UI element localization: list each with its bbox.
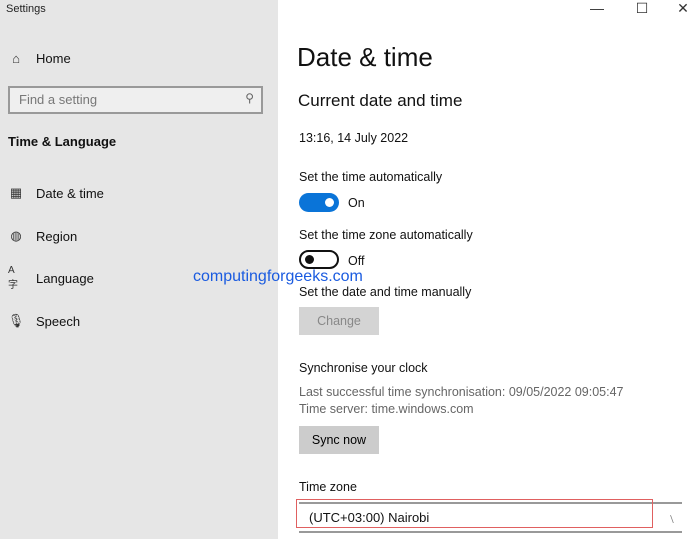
manual-label: Set the date and time manually (299, 285, 472, 299)
sync-title: Synchronise your clock (299, 361, 428, 375)
sidebar-item-label: Region (36, 228, 78, 244)
search-icon: ⚲ (245, 91, 254, 105)
globe-icon: ◍ (10, 228, 22, 243)
sidebar-item-label: Date & time (36, 185, 104, 201)
auto-time-state: On (348, 196, 365, 210)
auto-zone-toggle[interactable] (299, 250, 339, 269)
close-icon[interactable]: ✕ (668, 0, 696, 17)
minimize-icon[interactable]: — (582, 0, 612, 16)
sidebar-item-label: Language (36, 270, 94, 286)
change-button[interactable]: Change (299, 307, 379, 335)
sidebar-item-speech[interactable]: 🎙︎ Speech (8, 313, 80, 329)
highlight-box (296, 499, 653, 528)
language-icon: A字 (8, 265, 18, 291)
search-placeholder: Find a setting (19, 92, 98, 107)
sync-now-button[interactable]: Sync now (299, 426, 379, 454)
watermark: computingforgeeks.com (193, 268, 363, 285)
sidebar-item-region[interactable]: ◍ Region (8, 228, 77, 244)
section-title: Current date and time (298, 91, 463, 110)
home-label: Home (36, 50, 71, 66)
home-icon: ⌂ (12, 50, 20, 66)
window-title: Settings (6, 3, 46, 15)
microphone-icon: 🎙︎ (7, 313, 25, 328)
calendar-clock-icon: ▦ (9, 185, 23, 200)
sidebar-item-date-time[interactable]: ▦ Date & time (8, 185, 104, 201)
sidebar-item-label: Speech (36, 313, 81, 329)
time-server: Time server: time.windows.com (299, 402, 474, 416)
chevron-down-icon: ﹨ (665, 511, 678, 525)
last-sync: Last successful time synchronisation: 09… (299, 385, 624, 399)
sidebar-item-language[interactable]: A字 Language (8, 265, 94, 291)
sidebar-item-home[interactable]: ⌂ Home (8, 50, 71, 66)
page-title: Date & time (297, 42, 433, 72)
auto-zone-state: Off (348, 254, 365, 268)
auto-time-toggle[interactable] (299, 193, 339, 212)
current-date-time: 13:16, 14 July 2022 (299, 131, 409, 145)
timezone-label: Time zone (299, 480, 357, 494)
auto-zone-label: Set the time zone automatically (299, 228, 473, 242)
section-heading: Time & Language (8, 134, 117, 149)
search-input[interactable]: Find a setting ⚲ (8, 86, 263, 114)
auto-time-label: Set the time automatically (299, 170, 443, 184)
maximize-icon[interactable]: ☐ (627, 0, 657, 17)
